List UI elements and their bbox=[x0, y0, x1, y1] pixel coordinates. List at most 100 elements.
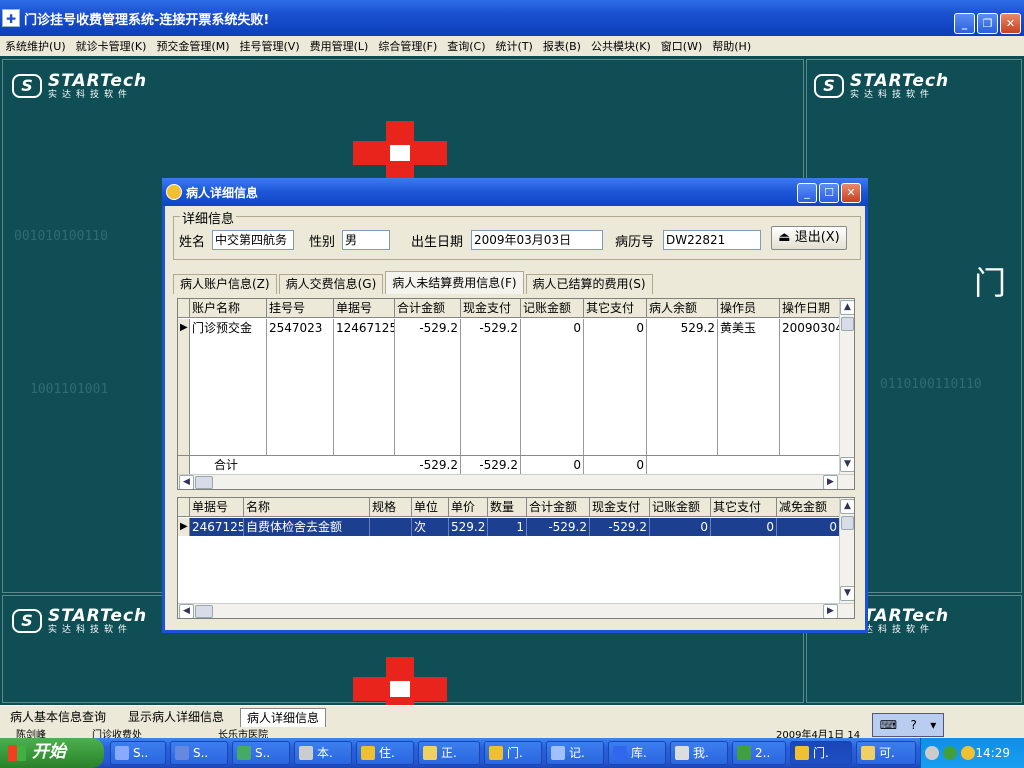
taskbar-item[interactable]: 本. bbox=[294, 741, 352, 765]
menu-general[interactable]: 综合管理(F) bbox=[373, 38, 442, 54]
minimize-button[interactable]: _ bbox=[954, 13, 975, 34]
top-grid-vscroll[interactable]: ▲ ▼ bbox=[839, 299, 854, 474]
menu-stats[interactable]: 统计(T) bbox=[491, 38, 538, 54]
start-button[interactable]: 开始 bbox=[0, 738, 104, 768]
bottom-grid-hscroll[interactable]: ◀ ▶ bbox=[178, 603, 854, 618]
scroll-down-icon[interactable]: ▼ bbox=[840, 586, 854, 601]
taskbar-item[interactable]: 我. bbox=[670, 741, 728, 765]
taskbar-item[interactable]: S.. bbox=[232, 741, 290, 765]
taskbar-item[interactable]: 库. bbox=[608, 741, 666, 765]
col-qty[interactable]: 数量 bbox=[488, 498, 527, 517]
tray-pen-icon[interactable] bbox=[961, 746, 975, 760]
menu-report[interactable]: 报表(B) bbox=[538, 38, 586, 54]
col-item-name[interactable]: 名称 bbox=[244, 498, 370, 517]
cell-bill-no: 2467125 bbox=[192, 518, 244, 536]
col-total[interactable]: 合计金额 bbox=[527, 498, 590, 517]
col-discount[interactable]: 减免金额 bbox=[777, 498, 840, 517]
mdi-tab-show-detail[interactable]: 显示病人详细信息 bbox=[122, 708, 230, 727]
tab-account-info[interactable]: 病人账户信息(Z) bbox=[173, 274, 277, 294]
mdi-tab-basic-info[interactable]: 病人基本信息查询 bbox=[4, 708, 112, 727]
tray-arrow-icon[interactable] bbox=[925, 746, 939, 760]
menu-deposit[interactable]: 预交金管理(M) bbox=[151, 38, 234, 54]
name-field[interactable]: 中交第四航务 bbox=[212, 230, 294, 250]
scroll-left-icon[interactable]: ◀ bbox=[179, 604, 194, 618]
col-price[interactable]: 单价 bbox=[449, 498, 488, 517]
menu-help[interactable]: 帮助(H) bbox=[707, 38, 756, 54]
taskbar-item[interactable]: 可. bbox=[856, 741, 916, 765]
taskbar-item[interactable]: 记. bbox=[546, 741, 604, 765]
mdi-tab-patient-detail[interactable]: 病人详细信息 bbox=[240, 708, 327, 727]
help-icon[interactable]: ? bbox=[910, 718, 916, 732]
ime-toolbar[interactable]: ⌨ ? ▾ bbox=[872, 713, 944, 737]
scroll-left-icon[interactable]: ◀ bbox=[179, 475, 194, 489]
close-button[interactable]: ✕ bbox=[1000, 13, 1021, 34]
col-total[interactable]: 合计金额 bbox=[395, 299, 461, 318]
taskbar-item[interactable]: 正. bbox=[418, 741, 480, 765]
scroll-thumb[interactable] bbox=[841, 317, 854, 331]
col-unit[interactable]: 单位 bbox=[412, 498, 449, 517]
scroll-down-icon[interactable]: ▼ bbox=[840, 457, 854, 472]
col-account[interactable]: 记账金额 bbox=[521, 299, 584, 318]
col-account-name[interactable]: 账户名称 bbox=[190, 299, 267, 318]
dialog-close-button[interactable]: ✕ bbox=[841, 183, 861, 203]
col-op-date[interactable]: 操作日期 bbox=[780, 299, 840, 318]
taskbar-item[interactable]: 2.. bbox=[732, 741, 786, 765]
menu-fee[interactable]: 费用管理(L) bbox=[305, 38, 374, 54]
app-icon bbox=[299, 746, 313, 760]
tray-network-icon[interactable] bbox=[943, 746, 957, 760]
col-spec[interactable]: 规格 bbox=[370, 498, 412, 517]
tab-payment-info[interactable]: 病人交费信息(G) bbox=[278, 274, 384, 294]
chevron-down-icon[interactable]: ▾ bbox=[930, 718, 936, 732]
main-title-bar[interactable]: ✚ 门诊挂号收费管理系统-连接开票系统失败! _ ❐ ✕ bbox=[0, 0, 1024, 36]
keyboard-icon[interactable]: ⌨ bbox=[880, 718, 897, 732]
table-row[interactable]: 2467125 自费体检舍去金额 次 529.2 1 -529.2 -529.2… bbox=[190, 518, 840, 536]
birth-date-field[interactable]: 2009年03月03日 bbox=[471, 230, 603, 250]
task-label: S.. bbox=[255, 746, 271, 760]
col-cash[interactable]: 现金支付 bbox=[461, 299, 521, 318]
taskbar-item[interactable]: 住. bbox=[356, 741, 414, 765]
taskbar-item[interactable]: S.. bbox=[170, 741, 228, 765]
col-operator[interactable]: 操作员 bbox=[718, 299, 780, 318]
record-number-field[interactable]: DW22821 bbox=[663, 230, 761, 250]
bottom-grid-vscroll[interactable]: ▲ ▼ bbox=[839, 498, 854, 603]
scroll-right-icon[interactable]: ▶ bbox=[823, 475, 838, 489]
taskbar-item[interactable]: S.. bbox=[110, 741, 166, 765]
scroll-thumb[interactable] bbox=[195, 476, 213, 489]
dialog-minimize-button[interactable]: _ bbox=[797, 183, 817, 203]
task-label: 门. bbox=[813, 746, 829, 760]
scroll-thumb[interactable] bbox=[841, 516, 854, 530]
col-bill-no[interactable]: 单据号 bbox=[190, 498, 244, 517]
taskbar-item[interactable]: 门. bbox=[484, 741, 542, 765]
dialog-title-bar[interactable]: 病人详细信息 _ ☐ ✕ bbox=[162, 178, 868, 206]
menu-bar: 系统维护(U) 就诊卡管理(K) 预交金管理(M) 挂号管理(V) 费用管理(L… bbox=[0, 36, 1024, 56]
tab-unsettled-fees[interactable]: 病人未结算费用信息(F) bbox=[385, 271, 524, 294]
col-bill-no[interactable]: 单据号 bbox=[334, 299, 395, 318]
menu-register[interactable]: 挂号管理(V) bbox=[235, 38, 305, 54]
col-register-no[interactable]: 挂号号 bbox=[267, 299, 334, 318]
scroll-up-icon[interactable]: ▲ bbox=[840, 300, 854, 315]
top-grid-hscroll[interactable]: ◀ ▶ bbox=[178, 474, 854, 489]
col-cash[interactable]: 现金支付 bbox=[590, 498, 650, 517]
menu-window[interactable]: 窗口(W) bbox=[656, 38, 707, 54]
menu-common[interactable]: 公共模块(K) bbox=[586, 38, 656, 54]
menu-card[interactable]: 就诊卡管理(K) bbox=[71, 38, 152, 54]
dialog-maximize-button[interactable]: ☐ bbox=[819, 183, 839, 203]
taskbar-item-active[interactable]: 门. bbox=[790, 741, 852, 765]
col-account[interactable]: 记账金额 bbox=[650, 498, 711, 517]
scroll-up-icon[interactable]: ▲ bbox=[840, 499, 854, 514]
col-other[interactable]: 其它支付 bbox=[584, 299, 647, 318]
tab-settled-fees[interactable]: 病人已结算的费用(S) bbox=[525, 274, 653, 294]
gender-field[interactable]: 男 bbox=[342, 230, 390, 250]
menu-system[interactable]: 系统维护(U) bbox=[0, 38, 71, 54]
cell-register-no: 2547023 bbox=[267, 319, 334, 337]
scroll-thumb[interactable] bbox=[195, 605, 213, 618]
menu-query[interactable]: 查询(C) bbox=[442, 38, 490, 54]
col-other[interactable]: 其它支付 bbox=[711, 498, 777, 517]
col-balance[interactable]: 病人余额 bbox=[647, 299, 718, 318]
exit-button[interactable]: ⏏ 退出(X) bbox=[771, 226, 847, 250]
scroll-right-icon[interactable]: ▶ bbox=[823, 604, 838, 618]
current-row-arrow-icon: ▶ bbox=[180, 322, 188, 333]
app-icon bbox=[175, 746, 189, 760]
restore-button[interactable]: ❐ bbox=[977, 13, 998, 34]
cell-account-name: 门诊预交金 bbox=[190, 319, 267, 337]
